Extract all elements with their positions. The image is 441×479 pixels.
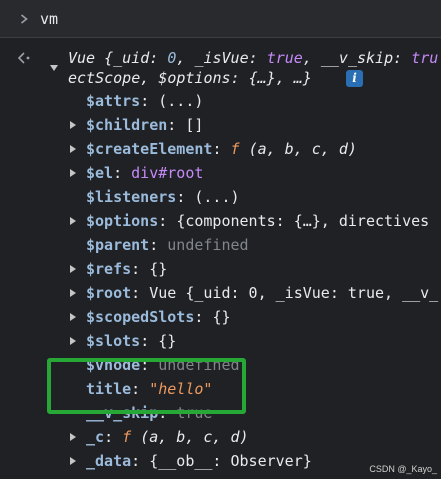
prop-row-listeners[interactable]: $listeners: (...): [86, 185, 240, 209]
expand-triangle-icon[interactable]: [70, 433, 76, 441]
prop-row-v-skip[interactable]: __v_skip: true: [86, 401, 212, 425]
prop-row-root[interactable]: $root: Vue {_uid: 0, _isVue: true, __v_: [86, 281, 438, 305]
expand-triangle-icon[interactable]: [70, 289, 76, 297]
expand-triangle-icon[interactable]: [70, 217, 76, 225]
prop-row-slots[interactable]: $slots: {}: [86, 329, 176, 353]
expand-triangle-icon[interactable]: [70, 121, 76, 129]
expand-triangle-icon[interactable]: [70, 313, 76, 321]
info-icon[interactable]: i: [346, 70, 363, 87]
prop-row-vnode[interactable]: $vnode: undefined: [86, 353, 240, 377]
expand-triangle-icon[interactable]: [70, 337, 76, 345]
prop-row-parent[interactable]: $parent: undefined: [86, 233, 249, 257]
chevron-right-icon: [21, 14, 28, 24]
console-command[interactable]: vm: [40, 10, 58, 28]
console-input-row: vm: [0, 0, 441, 38]
result-arrow-icon: [18, 52, 30, 64]
prop-row-data[interactable]: _data: {__ob__: Observer}: [86, 449, 312, 473]
prop-row-el[interactable]: $el: div#root: [86, 161, 203, 185]
expand-triangle-icon[interactable]: [70, 145, 76, 153]
prop-row-refs[interactable]: $refs: {}: [86, 257, 167, 281]
expand-triangle-icon[interactable]: [70, 457, 76, 465]
collapse-triangle-icon[interactable]: [50, 65, 58, 71]
watermark: CSDN @_Kayo_: [369, 464, 437, 474]
prop-row-scopedslots[interactable]: $scopedSlots: {}: [86, 305, 231, 329]
prop-row-children[interactable]: $children: []: [86, 113, 203, 137]
devtools-console: vm Vue {_uid: 0, _isVue: true, __v_skip:…: [0, 0, 441, 479]
expand-triangle-icon[interactable]: [70, 169, 76, 177]
prop-row-c[interactable]: _c: f (a, b, c, d): [86, 425, 249, 449]
prop-row-title[interactable]: title: "hello": [86, 377, 212, 401]
prop-row-createelement[interactable]: $createElement: f (a, b, c, d): [86, 137, 357, 161]
prop-row-options[interactable]: $options: {components: {…}, directives: [86, 209, 429, 233]
expand-triangle-icon[interactable]: [70, 265, 76, 273]
object-preview-line2: ectScope, $options: {…}, …}: [68, 69, 312, 87]
prop-row-attrs[interactable]: $attrs: (...): [86, 89, 203, 113]
